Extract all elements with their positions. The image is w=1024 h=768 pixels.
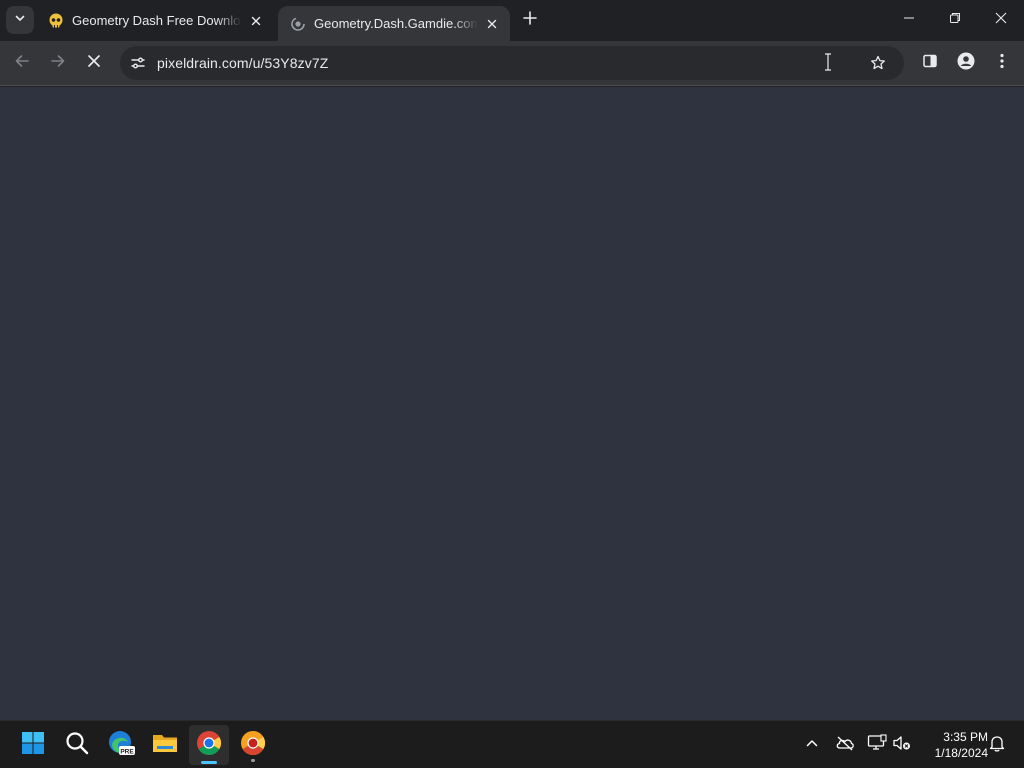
back-button[interactable] [6,47,38,79]
tab-geometry-dash-zip[interactable]: Geometry.Dash.Gamdie.com.zip [278,6,510,41]
edge-badge-text: PRE [120,748,134,755]
bookmark-star-icon[interactable] [866,51,890,75]
address-bar[interactable]: pixeldrain.com/u/53Y8zv7Z [120,46,904,80]
restore-icon [949,11,961,29]
profile-icon [957,52,975,75]
start-icon [21,731,45,760]
page-content [0,87,1024,720]
side-panel-button[interactable] [914,47,946,79]
minimize-button[interactable] [886,0,932,40]
network-button[interactable] [865,733,889,757]
file-explorer-icon [152,731,178,760]
edge-beta-button[interactable]: PRE [101,725,141,765]
notifications-button[interactable] [985,733,1009,757]
chrome-button[interactable] [189,725,229,765]
chrome-canary-icon [240,730,266,761]
arrow-right-icon [50,53,66,74]
chevron-down-icon [14,11,26,29]
network-icon [867,733,887,757]
close-tab-icon[interactable] [484,16,500,32]
close-icon [995,11,1007,29]
start-button[interactable] [13,725,53,765]
forward-button[interactable] [42,47,74,79]
menu-button[interactable] [986,47,1018,79]
text-cursor-icon [822,53,834,71]
chrome-canary-button[interactable] [233,725,273,765]
chrome-icon [196,730,222,761]
taskbar-search-button[interactable] [57,725,97,765]
restore-button[interactable] [932,0,978,40]
new-tab-button[interactable] [518,8,542,32]
onedrive-offline-icon [835,735,855,756]
clock-date: 1/18/2024 [934,746,988,760]
running-app-indicator [251,759,255,762]
tab-title: Geometry Dash Free Download [72,13,242,28]
tab-geometry-dash-download[interactable]: Geometry Dash Free Download [36,0,274,41]
tab-search-button[interactable] [6,6,34,34]
url-text[interactable]: pixeldrain.com/u/53Y8zv7Z [157,55,328,71]
minimize-icon [903,11,915,29]
file-explorer-button[interactable] [145,725,185,765]
profile-button[interactable] [950,47,982,79]
clock-time: 3:35 PM [943,730,988,744]
stop-loading-button[interactable] [78,47,110,79]
close-icon [87,54,101,73]
volume-button[interactable] [890,733,914,757]
close-window-button[interactable] [978,0,1024,40]
loading-spinner-icon [290,16,306,32]
onedrive-button[interactable] [833,733,857,757]
show-hidden-icons-button[interactable] [800,733,824,757]
arrow-left-icon [14,53,30,74]
plus-icon [523,10,537,30]
active-app-indicator [201,761,217,764]
volume-muted-icon [892,734,912,757]
taskbar: PRE 3:35 PM 1/18/2024 [0,720,1024,768]
tab-title: Geometry.Dash.Gamdie.com.zip [314,16,478,31]
bell-icon [989,734,1005,757]
chevron-up-icon [805,736,819,755]
site-settings-icon[interactable] [126,51,150,75]
search-icon [65,731,89,760]
close-tab-icon[interactable] [248,13,264,29]
tab-strip: Geometry Dash Free Download Geometry.Das… [0,0,1024,41]
browser-toolbar: pixeldrain.com/u/53Y8zv7Z [0,41,1024,86]
side-panel-icon [922,53,938,74]
edge-beta-icon: PRE [107,729,135,762]
system-clock[interactable]: 3:35 PM 1/18/2024 [918,729,988,761]
skull-icon [48,13,64,29]
kebab-menu-icon [1000,53,1004,74]
